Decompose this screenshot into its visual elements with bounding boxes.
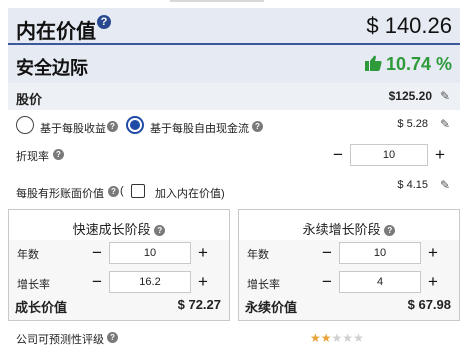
terminal-years-label: 年数: [247, 249, 269, 261]
fcf-option-label: 基于每股自由现金流: [150, 123, 249, 135]
discount-rate-stepper[interactable]: − 10 +: [326, 144, 452, 166]
terminal-result-row: 永续价值 $ 67.98: [245, 297, 453, 316]
growth-rate-input[interactable]: 16.2: [109, 271, 191, 293]
help-icon[interactable]: ?: [107, 332, 118, 343]
intrinsic-value-label: 内在价值: [16, 21, 96, 43]
eps-option-label: 基于每股收益: [40, 123, 106, 135]
growth-stage-title: 快速成长阶段: [72, 222, 151, 237]
tangible-book-value: $ 4.15: [397, 179, 428, 191]
growth-rate-stepper[interactable]: − 16.2 +: [85, 271, 215, 293]
star-empty-icon: ★: [331, 331, 343, 345]
decrement-button[interactable]: −: [85, 242, 109, 264]
growth-years-label: 年数: [17, 249, 39, 261]
terminal-rate-stepper[interactable]: − 4 +: [315, 271, 445, 293]
terminal-years-input[interactable]: 10: [339, 242, 421, 264]
help-icon[interactable]: ?: [252, 121, 263, 132]
increment-button[interactable]: +: [191, 242, 215, 264]
edit-pencil-icon[interactable]: ✎: [440, 89, 450, 103]
terminal-rate-input[interactable]: 4: [339, 271, 421, 293]
increment-button[interactable]: +: [428, 144, 452, 166]
share-price-value: $125.20: [388, 89, 432, 103]
edit-pencil-icon[interactable]: ✎: [440, 117, 450, 131]
top-divider: [170, 0, 264, 2]
terminal-stage-heading: 永续增长阶段 ?: [239, 219, 459, 238]
intrinsic-value-row: 内在价值? $ 140.26: [8, 8, 460, 45]
increment-button[interactable]: +: [421, 271, 445, 293]
paren-open: (: [120, 185, 124, 197]
share-price-label: 股价: [16, 92, 43, 107]
margin-of-safety-row: 安全边际 10.74 %: [8, 45, 460, 83]
fcf-value: $ 5.28: [397, 118, 428, 130]
terminal-years-stepper[interactable]: − 10 +: [315, 242, 445, 264]
margin-of-safety-label: 安全边际: [16, 58, 88, 78]
edit-pencil-icon[interactable]: ✎: [440, 178, 450, 192]
thumbs-up-icon: [364, 55, 382, 76]
growth-result-label: 成长价值: [15, 300, 68, 315]
decrement-button[interactable]: −: [315, 242, 339, 264]
intrinsic-value-amount: $ 140.26: [366, 13, 452, 38]
star-filled-icon: ★: [320, 331, 332, 345]
radio-eps[interactable]: [16, 116, 34, 134]
star-empty-icon: ★: [353, 331, 364, 345]
margin-of-safety-value: 10.74 %: [385, 54, 452, 74]
terminal-result-label: 永续价值: [245, 300, 298, 315]
growth-years-input[interactable]: 10: [109, 242, 191, 264]
help-icon[interactable]: ?: [154, 225, 166, 237]
help-icon[interactable]: ?: [108, 186, 119, 197]
discount-rate-input[interactable]: 10: [350, 144, 428, 166]
terminal-rate-label: 增长率: [247, 279, 280, 291]
help-icon[interactable]: ?: [107, 121, 118, 132]
decrement-button[interactable]: −: [315, 271, 339, 293]
star-empty-icon: ★: [342, 331, 354, 345]
terminal-stage-panel: 永续增长阶段 ? 年数 − 10 + 增长率 − 4 + 永续价值 $ 67.9…: [238, 209, 460, 321]
radio-fcf[interactable]: [126, 116, 144, 134]
help-icon[interactable]: ?: [53, 149, 64, 160]
terminal-result-value: $ 67.98: [407, 297, 451, 312]
predictability-stars: ★★★★★: [310, 331, 364, 345]
add-to-intrinsic-checkbox[interactable]: [131, 184, 145, 198]
help-icon[interactable]: ?: [97, 15, 111, 29]
star-filled-icon: ★: [310, 331, 321, 345]
growth-result-row: 成长价值 $ 72.27: [15, 297, 223, 316]
decrement-button[interactable]: −: [326, 144, 350, 166]
intrinsic-value-heading: 内在价值?: [16, 15, 111, 44]
growth-years-stepper[interactable]: − 10 +: [85, 242, 215, 264]
tangible-book-label: 每股有形账面价值: [16, 188, 104, 200]
growth-stage-panel: 快速成长阶段 ? 年数 − 10 + 增长率 − 16.2 + 成长价值 $ 7…: [8, 209, 230, 321]
decrement-button[interactable]: −: [85, 271, 109, 293]
increment-button[interactable]: +: [191, 271, 215, 293]
share-price-row: 股价 $125.20 ✎: [8, 83, 460, 110]
add-to-intrinsic-label: 加入内在价值): [155, 188, 225, 200]
growth-rate-label: 增长率: [17, 279, 50, 291]
help-icon[interactable]: ?: [384, 225, 396, 237]
discount-rate-label: 折现率: [16, 151, 49, 163]
terminal-stage-title: 永续增长阶段: [302, 222, 381, 237]
increment-button[interactable]: +: [421, 242, 445, 264]
predictability-label: 公司可预测性评级: [16, 334, 104, 346]
margin-of-safety-value-group: 10.74 %: [364, 54, 452, 76]
growth-result-value: $ 72.27: [177, 297, 221, 312]
growth-stage-heading: 快速成长阶段 ?: [9, 219, 229, 238]
